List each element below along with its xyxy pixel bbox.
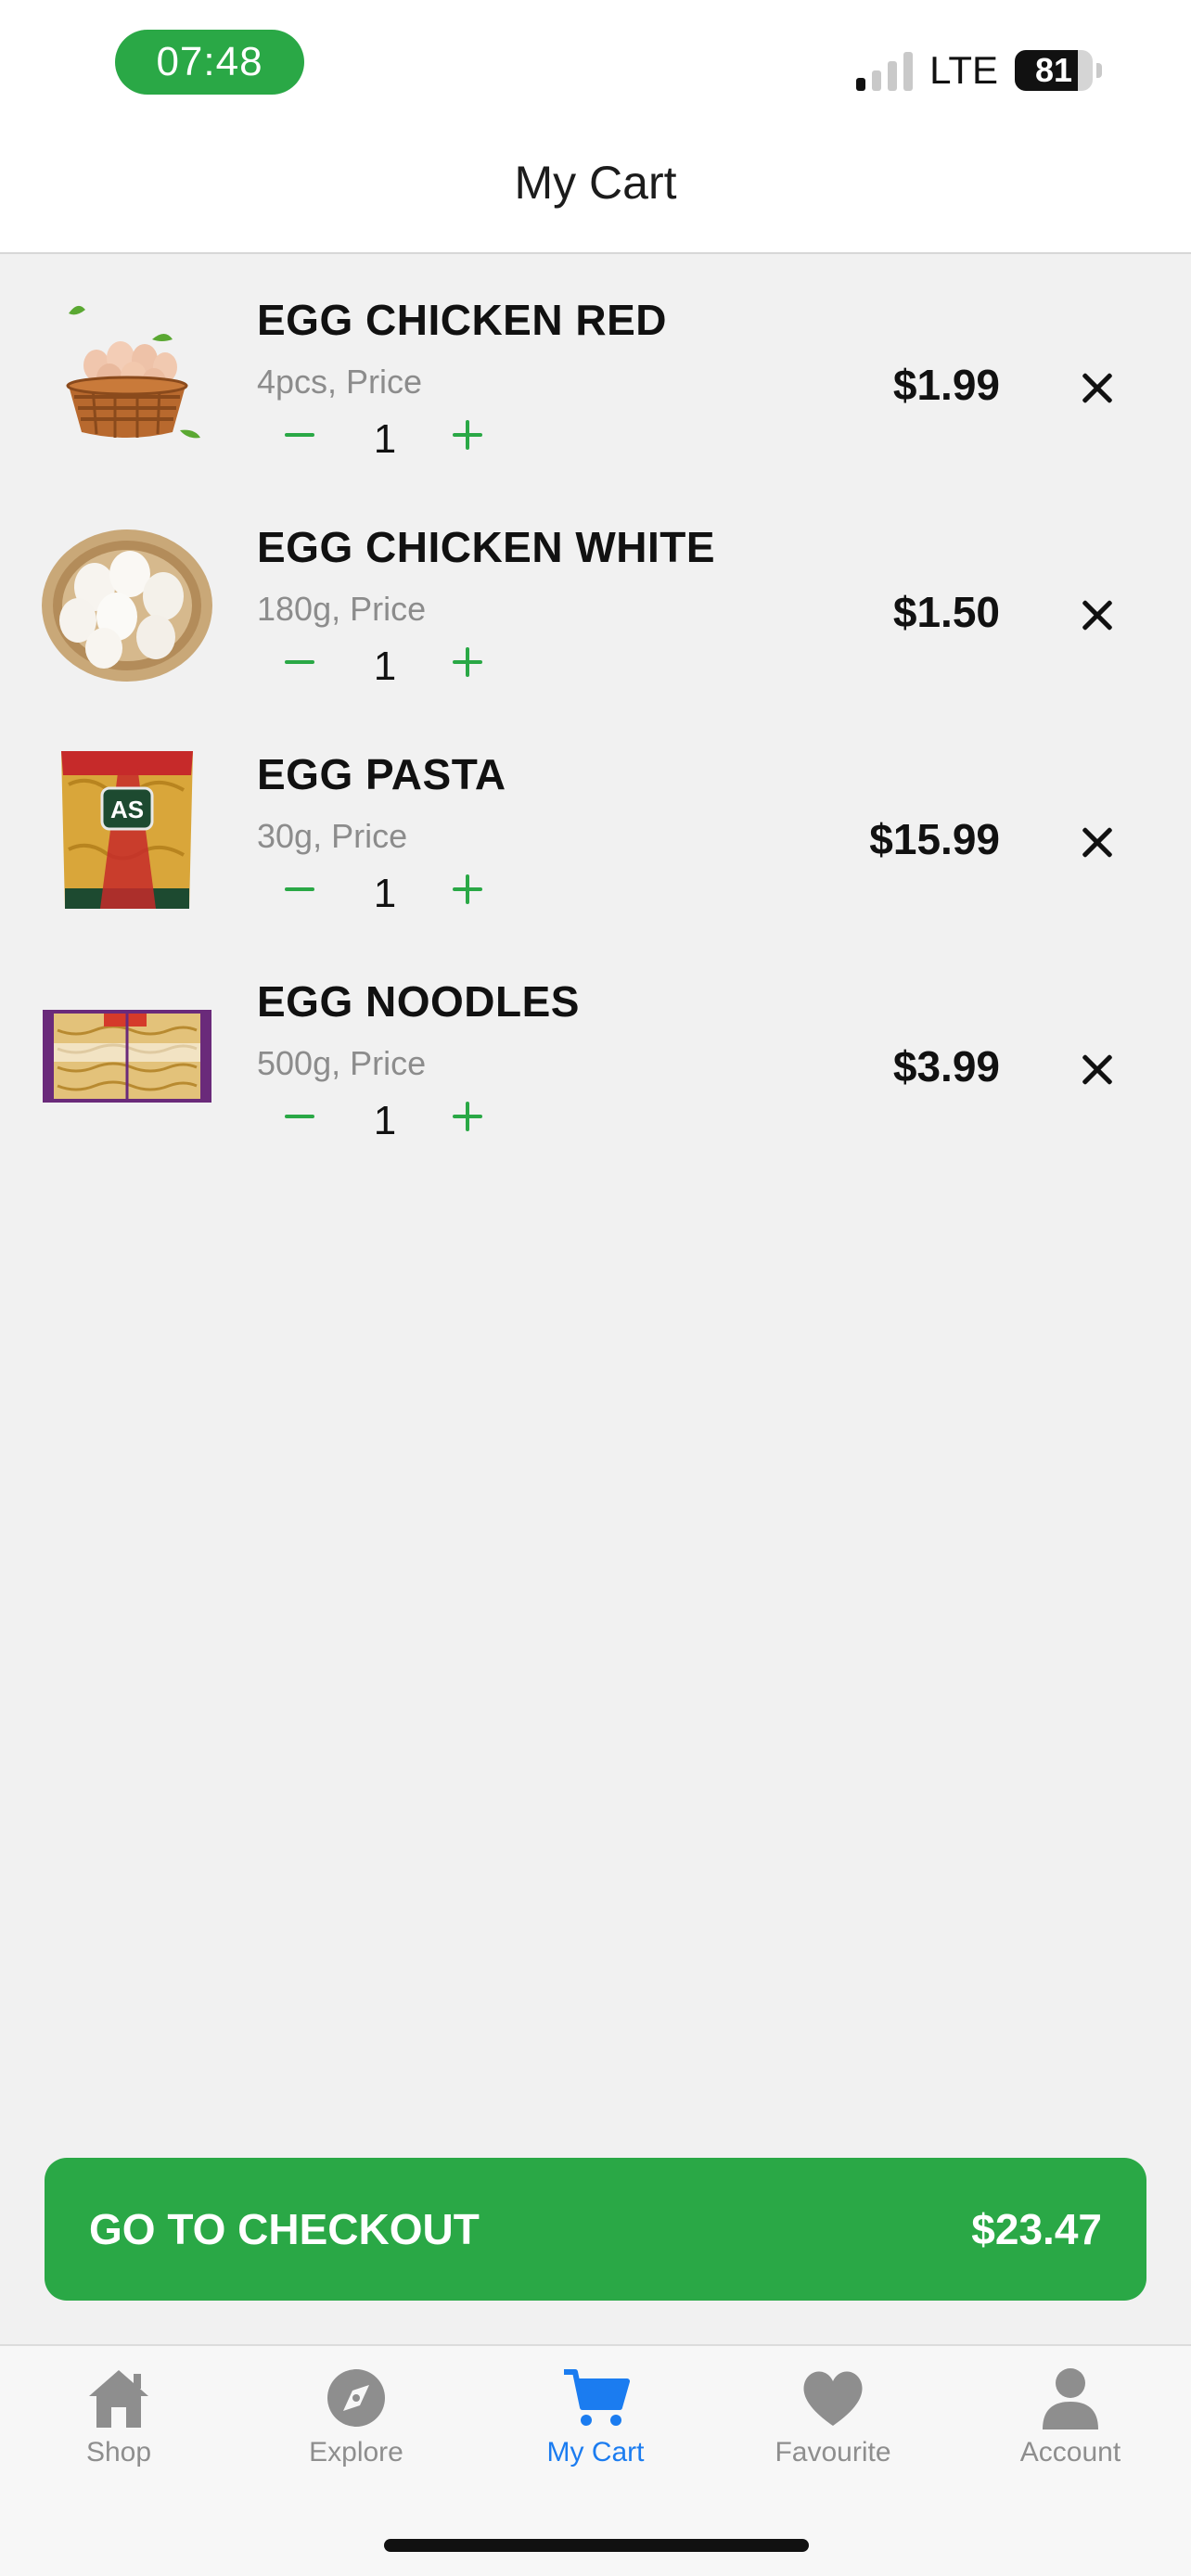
item-name: EGG CHICKEN RED <box>257 296 667 344</box>
tab-label: Explore <box>309 2437 403 2468</box>
network-type: LTE <box>929 48 998 92</box>
decrease-quantity-button[interactable] <box>278 1095 321 1138</box>
remove-item-button[interactable] <box>1076 822 1119 864</box>
home-icon <box>89 2370 148 2428</box>
cart-item: EGG NOODLES 500g, Price 1 $3.99 <box>0 937 1191 1165</box>
tab-shop[interactable]: Shop <box>17 2365 221 2504</box>
egg-pasta-bag-image: AS <box>61 751 193 909</box>
battery-icon: 81 <box>1015 50 1093 91</box>
tab-explore[interactable]: Explore <box>254 2365 458 2504</box>
item-subtitle: 4pcs, Price <box>257 363 423 401</box>
item-price: $1.50 <box>892 588 1000 636</box>
tab-my-cart[interactable]: My Cart <box>493 2365 698 2504</box>
tab-favourite[interactable]: Favourite <box>731 2365 935 2504</box>
cart-item: EGG CHICKEN RED 4pcs, Price 1 $1.99 <box>0 256 1191 483</box>
item-price: $3.99 <box>892 1042 1000 1090</box>
decrease-quantity-button[interactable] <box>278 868 321 911</box>
compass-icon <box>327 2369 385 2427</box>
item-subtitle: 500g, Price <box>257 1044 427 1082</box>
item-quantity: 1 <box>373 1098 397 1143</box>
cart-screen: 07:48 LTE 81 My Cart EGG CHICKEN RED 4pc… <box>0 0 1191 2576</box>
person-icon <box>1043 2368 1098 2429</box>
status-time: 07:48 <box>115 30 304 95</box>
item-subtitle: 180g, Price <box>257 590 427 628</box>
page-title: My Cart <box>514 157 677 209</box>
tab-label: Account <box>1019 2437 1121 2468</box>
item-quantity: 1 <box>373 871 397 916</box>
item-name: EGG CHICKEN WHITE <box>257 523 716 571</box>
signal-icon <box>856 50 914 91</box>
increase-quantity-button[interactable] <box>446 414 489 456</box>
item-name: EGG NOODLES <box>257 977 580 1026</box>
checkout-button[interactable]: GO TO CHECKOUT $23.47 <box>45 2158 1146 2301</box>
egg-basket-white-image <box>42 529 212 682</box>
increase-quantity-button[interactable] <box>446 641 489 683</box>
remove-item-button[interactable] <box>1076 367 1119 410</box>
item-subtitle: 30g, Price <box>257 817 408 855</box>
item-quantity: 1 <box>373 644 397 689</box>
increase-quantity-button[interactable] <box>446 868 489 911</box>
cart-item: EGG CHICKEN WHITE 180g, Price 1 $1.50 <box>0 483 1191 710</box>
tab-account[interactable]: Account <box>968 2365 1172 2504</box>
svg-text:AS: AS <box>110 796 144 823</box>
egg-noodles-pack-image <box>43 1010 211 1103</box>
item-quantity: 1 <box>373 416 397 462</box>
cart-icon <box>564 2369 630 2426</box>
checkout-label: GO TO CHECKOUT <box>89 2205 480 2253</box>
remove-item-button[interactable] <box>1076 1049 1119 1091</box>
item-price: $1.99 <box>892 361 1000 409</box>
battery-percent: 81 <box>1034 51 1073 89</box>
checkout-total: $23.47 <box>971 2205 1102 2253</box>
tab-label: Favourite <box>775 2437 891 2468</box>
status-indicators: LTE 81 <box>856 45 1102 96</box>
decrease-quantity-button[interactable] <box>278 414 321 456</box>
battery-tip <box>1096 63 1102 78</box>
increase-quantity-button[interactable] <box>446 1095 489 1138</box>
tab-label: Shop <box>85 2437 152 2468</box>
egg-basket-red-image <box>66 305 200 439</box>
item-name: EGG PASTA <box>257 750 506 798</box>
top-bar: 07:48 LTE 81 My Cart <box>0 0 1191 254</box>
home-indicator[interactable] <box>384 2539 809 2552</box>
item-price: $15.99 <box>869 815 1000 863</box>
cart-item: AS EGG PASTA 30g, Price 1 $15.99 <box>0 710 1191 937</box>
heart-icon <box>803 2371 863 2426</box>
decrease-quantity-button[interactable] <box>278 641 321 683</box>
tab-label: My Cart <box>546 2437 645 2468</box>
remove-item-button[interactable] <box>1076 594 1119 637</box>
cart-list: EGG CHICKEN RED 4pcs, Price 1 $1.99 EGG … <box>0 256 1191 1165</box>
